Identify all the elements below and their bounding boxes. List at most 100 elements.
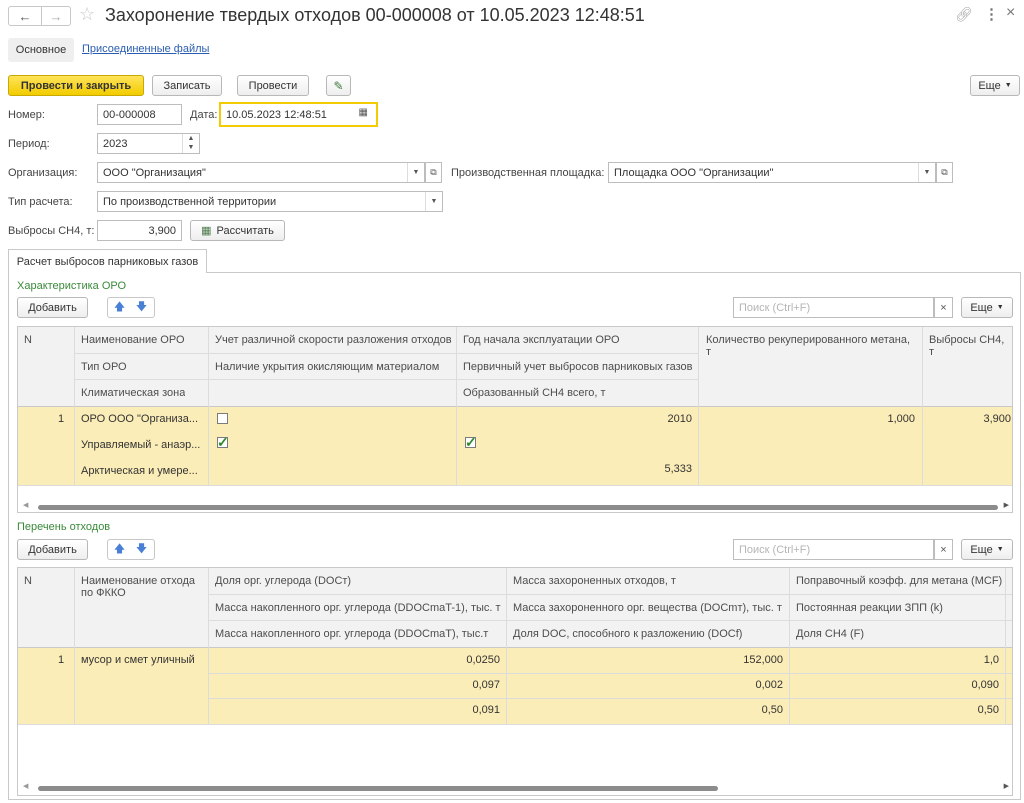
col-ddoc-curr[interactable]: Масса накопленного орг. углерода (DDOCma… <box>215 628 503 640</box>
oro-table: N Наименование ОРО Тип ОРО Климатическая… <box>17 326 1013 513</box>
move-up-icon[interactable]: 🡅 <box>111 540 128 559</box>
number-field[interactable]: 00-000008 <box>97 104 182 125</box>
col-docm[interactable]: Масса захороненного орг. вещества (DOCmт… <box>513 602 785 614</box>
calc-type-field[interactable]: По производственной территории ▼ <box>97 191 443 212</box>
save-button[interactable]: Записать <box>152 75 222 96</box>
oro-search-input[interactable]: Поиск (Ctrl+F) <box>733 297 934 318</box>
oro-scrollbar-thumb[interactable] <box>38 505 998 510</box>
waste-row-doc-share[interactable]: 0,0250 <box>215 654 500 666</box>
scroll-right-icon[interactable]: ▶ <box>1004 782 1009 790</box>
decay-rate-checkbox[interactable] <box>217 413 228 424</box>
chevron-down-icon[interactable]: ▼ <box>918 163 935 182</box>
col-recovered-methane[interactable]: Количество рекуперированного метана, т <box>706 334 910 358</box>
tab-ghg-calculation-label: Расчет выбросов парниковых газов <box>16 255 199 268</box>
oro-row-name[interactable]: ОРО ООО "Организа... <box>81 413 205 425</box>
favorite-star-icon[interactable]: ☆ <box>79 4 95 25</box>
scroll-left-icon[interactable]: ◀ <box>23 501 28 509</box>
edit-pencil-button[interactable]: ✎ <box>326 75 351 96</box>
scroll-left-icon[interactable]: ◀ <box>23 782 28 790</box>
waste-row-ddoc-prev[interactable]: 0,097 <box>215 679 500 691</box>
organization-field[interactable]: ООО "Организация" ▼ <box>97 162 425 183</box>
oro-row-emissions[interactable]: 3,900 <box>929 413 1011 425</box>
oro-row-n: 1 <box>58 413 65 425</box>
oro-row-recovered[interactable]: 1,000 <box>706 413 915 425</box>
col-primary-accounting[interactable]: Первичный учет выбросов парниковых газов <box>463 361 692 373</box>
col-n[interactable]: N <box>24 334 32 346</box>
oro-scrollbar[interactable]: ◀ ▶ <box>18 501 1012 512</box>
col-n[interactable]: N <box>24 575 32 587</box>
col-decay-rate[interactable]: Учет различной скорости разложения отход… <box>215 334 452 346</box>
chevron-down-icon[interactable]: ▼ <box>425 192 442 211</box>
production-site-field[interactable]: Площадка ООО "Организации" ▼ <box>608 162 936 183</box>
calculate-button[interactable]: ▦ Рассчитать <box>190 220 285 241</box>
col-formed-ch4[interactable]: Образованный CH4 всего, т <box>463 387 606 399</box>
waste-search-input[interactable]: Поиск (Ctrl+F) <box>733 539 934 560</box>
col-buried-mass[interactable]: Масса захороненных отходов, т <box>513 575 676 587</box>
col-reaction-k[interactable]: Постоянная реакции ЗПП (k) <box>796 602 1002 614</box>
oro-row-year[interactable]: 2010 <box>463 413 692 425</box>
waste-row-k[interactable]: 0,090 <box>796 679 999 691</box>
oro-add-button[interactable]: Добавить <box>17 297 88 318</box>
oro-more-button[interactable]: Еще ▼ <box>961 297 1013 318</box>
spinner-icon[interactable]: ▲ ▼ <box>182 134 199 153</box>
more-vertical-icon[interactable]: ⋮ <box>984 5 999 23</box>
move-down-icon[interactable]: 🡇 <box>133 540 150 559</box>
col-oro-name[interactable]: Наименование ОРО <box>81 334 185 346</box>
waste-row-docf[interactable]: 0,50 <box>513 704 783 716</box>
col-docf[interactable]: Доля DOC, способного к разложению (DOCf) <box>513 628 785 640</box>
oro-row-formed[interactable]: 5,333 <box>463 463 692 475</box>
waste-scrollbar-thumb[interactable] <box>38 786 718 791</box>
col-start-year[interactable]: Год начала эксплуатации ОРО <box>463 334 620 346</box>
col-mcf[interactable]: Поправочный коэфф. для метана (MCF) <box>796 575 1002 587</box>
waste-row-buried-mass[interactable]: 152,000 <box>513 654 783 666</box>
waste-row-mcf[interactable]: 1,0 <box>796 654 999 666</box>
waste-search-clear-button[interactable]: × <box>934 539 953 560</box>
col-ch4-emissions[interactable]: Выбросы CH4, т <box>929 334 1004 358</box>
open-organization-button[interactable]: ⧉ <box>425 162 442 183</box>
organization-value: ООО "Организация" <box>103 166 206 179</box>
waste-more-button[interactable]: Еще ▼ <box>961 539 1013 560</box>
waste-row-docm[interactable]: 0,002 <box>513 679 783 691</box>
forward-button[interactable]: → <box>41 6 71 26</box>
oro-row-climate[interactable]: Арктическая и умере... <box>81 465 205 477</box>
emissions-field[interactable]: 3,900 <box>97 220 182 241</box>
chevron-down-icon[interactable]: ▼ <box>407 163 424 182</box>
production-site-label: Производственная площадка: <box>451 167 605 179</box>
calendar-icon[interactable]: ▦ <box>359 107 368 118</box>
tab-attached-files[interactable]: Присоединенные файлы <box>82 43 209 55</box>
number-label: Номер: <box>8 109 45 121</box>
oro-search-clear-button[interactable]: × <box>934 297 953 318</box>
move-down-icon[interactable]: 🡇 <box>133 298 150 317</box>
col-waste-name[interactable]: Наименование отхода по ФККО <box>81 575 195 599</box>
post-button[interactable]: Провести <box>237 75 309 96</box>
back-button[interactable]: ← <box>8 6 42 26</box>
scroll-right-icon[interactable]: ▶ <box>1004 501 1009 509</box>
period-label: Период: <box>8 138 50 150</box>
tab-ghg-calculation[interactable]: Расчет выбросов парниковых газов <box>8 249 207 273</box>
post-and-close-button[interactable]: Провести и закрыть <box>8 75 144 96</box>
col-oro-type[interactable]: Тип ОРО <box>81 361 127 373</box>
link-icon[interactable]: 🔗︎ <box>955 6 973 23</box>
col-ch4-fraction[interactable]: Доля CH4 (F) <box>796 628 1002 640</box>
col-doc-share[interactable]: Доля орг. углерода (DOCт) <box>215 575 351 587</box>
close-icon[interactable]: × <box>1006 4 1015 22</box>
close-icon: × <box>940 301 947 314</box>
waste-section-title: Перечень отходов <box>17 521 111 533</box>
period-field[interactable]: 2023 ▲ ▼ <box>97 133 200 154</box>
waste-row-name[interactable]: мусор и смет уличный <box>81 654 205 666</box>
date-field[interactable]: 10.05.2023 12:48:51 ▦ <box>219 102 378 127</box>
waste-add-button[interactable]: Добавить <box>17 539 88 560</box>
move-up-icon[interactable]: 🡅 <box>111 298 128 317</box>
open-site-button[interactable]: ⧉ <box>936 162 953 183</box>
chevron-down-icon: ▼ <box>1004 82 1012 89</box>
waste-row-ch4-fraction[interactable]: 0,50 <box>796 704 999 716</box>
col-recovered-line2: т <box>706 346 712 358</box>
waste-scrollbar[interactable]: ◀ ▶ <box>18 782 1012 794</box>
oro-row-type[interactable]: Управляемый - анаэр... <box>81 439 205 451</box>
more-button[interactable]: Еще ▼ <box>970 75 1020 96</box>
tab-main[interactable]: Основное <box>8 38 74 62</box>
col-ddoc-prev[interactable]: Масса накопленного орг. углерода (DDOCma… <box>215 602 503 614</box>
col-climate-zone[interactable]: Климатическая зона <box>81 387 185 399</box>
waste-row-ddoc-curr[interactable]: 0,091 <box>215 704 500 716</box>
col-cover[interactable]: Наличие укрытия окисляющим материалом <box>215 361 439 373</box>
